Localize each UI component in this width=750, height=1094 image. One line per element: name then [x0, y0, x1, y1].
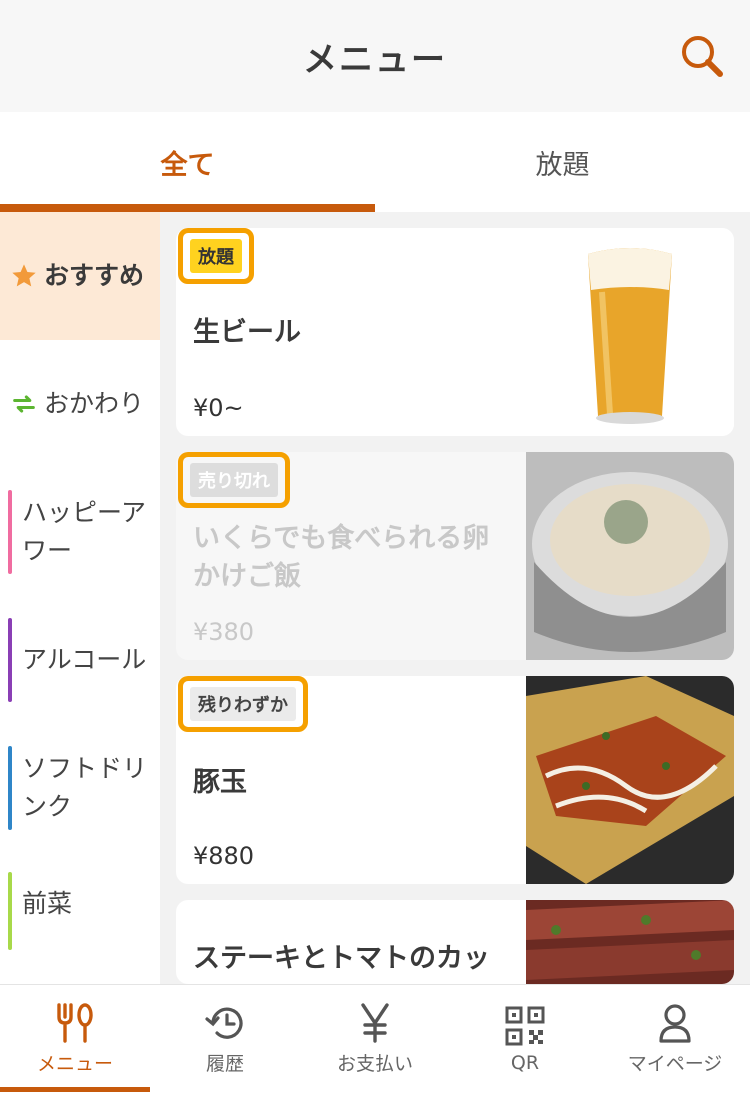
menu-list: 放題 生ビール ¥0~ 売り切れ いくらでも食べられる卵かけご飯 ¥380 残り…	[176, 228, 734, 984]
item-name: いくらでも食べられる卵かけご飯	[193, 523, 490, 592]
utensils-icon	[57, 1003, 93, 1043]
sidebar-item-label: おかわり	[44, 389, 145, 418]
item-name: 生ビール	[193, 317, 301, 348]
person-icon	[659, 1004, 691, 1043]
sidebar-item-recommended[interactable]: おすすめ	[0, 212, 160, 340]
item-price: ¥380	[193, 618, 255, 646]
sidebar-item-alcohol[interactable]: アルコール	[0, 596, 160, 724]
badge-highlight: 残りわずか	[178, 676, 308, 732]
item-price: ¥880	[193, 842, 255, 870]
app-header: メニュー	[0, 0, 750, 112]
sidebar-item-refill[interactable]: おかわり	[0, 340, 160, 468]
nav-label: メニュー	[36, 1053, 113, 1075]
category-color-bar	[8, 490, 12, 574]
item-name: ステーキとトマトのカッ	[193, 943, 490, 974]
yen-icon	[361, 1003, 389, 1043]
nav-label: お支払い	[336, 1053, 413, 1075]
history-icon	[205, 1007, 243, 1039]
sidebar-item-appetizer[interactable]: 前菜	[0, 852, 160, 956]
badge-highlight: 売り切れ	[178, 452, 290, 508]
qr-code-icon	[505, 1006, 545, 1045]
steak-image	[526, 900, 734, 984]
limited-stock-badge: 残りわずか	[190, 687, 296, 721]
category-color-bar	[8, 746, 12, 830]
nav-payment[interactable]: お支払い	[300, 985, 450, 1094]
sidebar-item-label: ハッピーアワー	[22, 498, 147, 565]
page-title: メニュー	[303, 39, 447, 80]
menu-item-card[interactable]: 売り切れ いくらでも食べられる卵かけご飯 ¥380	[176, 452, 734, 660]
category-color-bar	[8, 618, 12, 702]
item-name: 豚玉	[193, 767, 247, 798]
sidebar-item-soft-drink[interactable]: ソフトドリンク	[0, 724, 160, 852]
search-icon	[682, 36, 723, 77]
okonomiyaki-image	[526, 676, 734, 884]
sidebar-item-label: おすすめ	[44, 261, 145, 290]
badge-highlight: 放題	[178, 228, 254, 284]
nav-label: 履歴	[205, 1053, 244, 1075]
all-you-can-badge: 放題	[190, 239, 242, 273]
sidebar-item-label: アルコール	[22, 645, 147, 674]
rice-bowl-image	[526, 452, 734, 660]
sidebar-item-happy-hour[interactable]: ハッピーアワー	[0, 468, 160, 596]
menu-item-card[interactable]: ステーキとトマトのカッ	[176, 900, 734, 984]
nav-history[interactable]: 履歴	[150, 985, 300, 1094]
nav-mypage[interactable]: マイページ	[600, 985, 750, 1094]
menu-item-card[interactable]: 放題 生ビール ¥0~	[176, 228, 734, 436]
category-tabs: 全て 放題	[0, 112, 750, 212]
star-icon	[10, 262, 38, 290]
nav-menu[interactable]: メニュー	[0, 985, 150, 1094]
beer-image	[526, 228, 734, 436]
category-sidebar: おすすめ おかわり ハッピーアワー アルコール ソフトドリンク 前菜	[0, 212, 160, 984]
bottom-navigation: メニュー 履歴 お支払い QR マイページ	[0, 984, 750, 1094]
nav-label: マイページ	[627, 1053, 723, 1075]
tab-label: 放題	[535, 149, 590, 181]
search-button[interactable]	[678, 32, 726, 80]
sidebar-item-label: ソフトドリンク	[22, 754, 148, 821]
nav-label: QR	[510, 1051, 540, 1074]
sold-out-badge: 売り切れ	[190, 463, 278, 497]
refresh-icon	[10, 390, 38, 418]
tab-label: 全て	[160, 149, 215, 181]
tab-all-you-can[interactable]: 放題	[375, 112, 750, 212]
item-price: ¥0~	[193, 394, 244, 422]
category-color-bar	[8, 872, 12, 950]
nav-qr[interactable]: QR	[450, 985, 600, 1094]
sidebar-item-label: 前菜	[22, 889, 73, 918]
menu-item-card[interactable]: 残りわずか 豚玉 ¥880	[176, 676, 734, 884]
tab-all[interactable]: 全て	[0, 112, 375, 212]
